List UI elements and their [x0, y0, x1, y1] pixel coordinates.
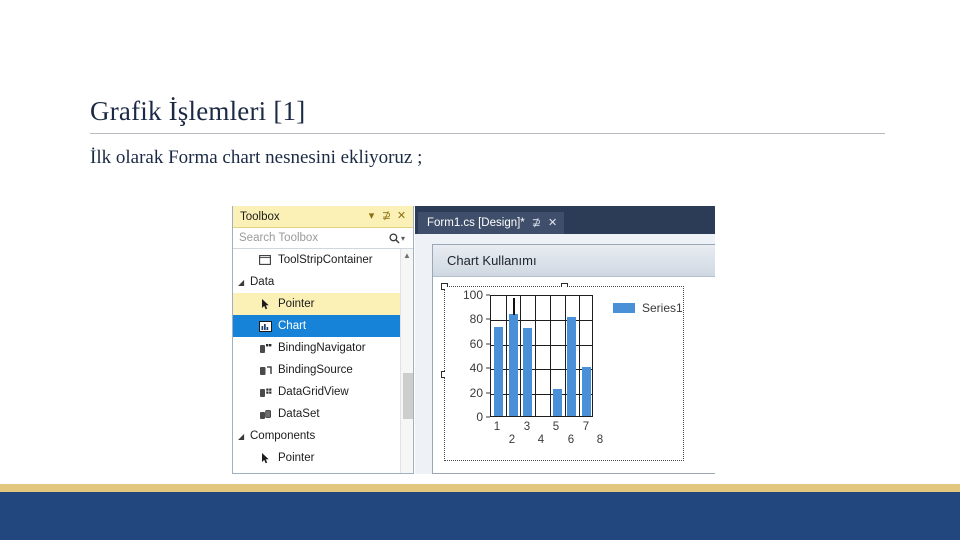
toolbox-group-label: Data	[250, 276, 275, 288]
footer-navy-band	[0, 492, 960, 540]
chart-icon	[252, 320, 278, 332]
x-axis-tick-label: 3	[523, 421, 531, 433]
toolbox-item-chart[interactable]: Chart	[233, 315, 413, 337]
designer-caret-marker	[513, 298, 515, 315]
x-axis-tick-label: 4	[537, 434, 545, 446]
close-icon[interactable]: ✕	[394, 209, 409, 225]
toolbox-group-data[interactable]: ◢ Data	[233, 271, 413, 293]
datagridview-icon	[252, 387, 278, 398]
toolbox-item-dataset[interactable]: DataSet	[233, 403, 413, 425]
chevron-down-icon[interactable]: ▾	[401, 234, 410, 243]
form-window: Chart Kullanımı 0 20 40 60 80 100 1 3 5 7 2 4 6 8	[432, 244, 715, 474]
toolbox-item-bindingnavigator[interactable]: BindingNavigator	[233, 337, 413, 359]
form-title-bar: Chart Kullanımı	[433, 245, 715, 277]
vertical-gridline	[506, 296, 507, 416]
y-axis-tick-label: 40	[469, 361, 483, 376]
designer-surface[interactable]: Chart Kullanımı 0 20 40 60 80 100 1 3 5 7 2 4 6 8	[415, 234, 715, 474]
vertical-gridline	[520, 296, 521, 416]
chevron-down-icon[interactable]: ▾	[364, 209, 379, 225]
expander-icon[interactable]: ◢	[238, 278, 250, 287]
toolbox-group-components[interactable]: ◢ Components	[233, 425, 413, 447]
visual-studio-screenshot: Toolbox ▾ ⊉ ✕ Search Toolbox ▾ ToolStrip…	[232, 206, 715, 474]
designer-panel: Form1.cs [Design]* ⊉ ✕ Chart Kullanımı 0…	[415, 206, 715, 474]
search-toolbox-input[interactable]: Search Toolbox ▾	[233, 228, 413, 249]
search-placeholder-text: Search Toolbox	[239, 232, 319, 244]
chart-bar	[582, 367, 591, 416]
x-axis-tick-label: 8	[596, 434, 604, 446]
chart-bar	[509, 314, 518, 416]
toolbox-group-label: Components	[250, 430, 316, 442]
tab-label: Form1.cs [Design]*	[427, 217, 525, 229]
y-axis-tick-label: 60	[469, 336, 483, 351]
tab-form1-design[interactable]: Form1.cs [Design]* ⊉ ✕	[418, 212, 565, 234]
toolbox-item-label: Chart	[278, 320, 307, 332]
bindingsource-icon	[252, 365, 278, 376]
toolbox-item-label: ToolStripContainer	[278, 254, 373, 266]
y-axis-tick-label: 100	[462, 288, 483, 302]
expander-icon[interactable]: ◢	[238, 432, 250, 441]
chart-bar	[553, 389, 562, 416]
y-axis-tick-label: 20	[469, 385, 483, 400]
toolbox-item-label: Pointer	[278, 452, 315, 464]
y-axis-tick-label: 0	[476, 410, 483, 424]
chart-legend: Series1	[613, 301, 683, 315]
vertical-gridline	[565, 296, 566, 416]
search-icon[interactable]	[387, 232, 401, 244]
toolbox-item-bindingsource[interactable]: BindingSource	[233, 359, 413, 381]
dataset-icon	[252, 409, 278, 420]
toolbox-item-toolstripcontainer[interactable]: ToolStripContainer	[233, 249, 413, 271]
title-divider	[90, 133, 885, 134]
x-axis-tick-label: 2	[508, 434, 516, 446]
chart-x-axis: 1 3 5 7 2 4 6 8	[490, 419, 603, 447]
bindingnavigator-icon	[252, 343, 278, 354]
chart-bar	[494, 327, 503, 416]
toolbox-panel: Toolbox ▾ ⊉ ✕ Search Toolbox ▾ ToolStrip…	[232, 206, 414, 474]
form-title-text: Chart Kullanımı	[447, 253, 537, 268]
search-icon-svg	[388, 232, 400, 244]
toolbox-item-list: ToolStripContainer ◢ Data Pointer Chart	[233, 249, 413, 473]
scrollbar-thumb[interactable]	[403, 373, 413, 419]
page-title: Grafik İşlemleri [1]	[90, 96, 306, 126]
pin-icon[interactable]: ⊉	[532, 217, 541, 229]
toolbox-item-label: Pointer	[278, 298, 315, 310]
chart-bar	[567, 317, 576, 416]
toolbox-scrollbar[interactable]: ▲	[400, 249, 413, 473]
page-subtitle: İlk olarak Forma chart nesnesini ekliyor…	[90, 147, 423, 168]
pointer-icon	[252, 452, 278, 464]
pin-icon[interactable]: ⊉	[379, 209, 394, 225]
form-client-area[interactable]: 0 20 40 60 80 100 1 3 5 7 2 4 6 8 Series1	[433, 277, 715, 473]
chart-control[interactable]: 0 20 40 60 80 100 1 3 5 7 2 4 6 8 Series1	[445, 287, 683, 460]
legend-label: Series1	[642, 301, 683, 315]
y-axis-tick-label: 80	[469, 312, 483, 327]
vertical-gridline	[579, 296, 580, 416]
toolbox-item-label: DataGridView	[278, 386, 349, 398]
toolbox-item-pointer-components[interactable]: Pointer	[233, 447, 413, 469]
toolbox-item-label: BindingNavigator	[278, 342, 366, 354]
chart-y-axis: 0 20 40 60 80 100	[455, 288, 490, 424]
x-axis-tick-label: 7	[582, 421, 590, 433]
chart-plot-wrapper: 0 20 40 60 80 100 1 3 5 7 2 4 6 8	[455, 288, 605, 447]
x-axis-tick-label: 1	[493, 421, 501, 433]
pointer-icon	[252, 298, 278, 310]
legend-swatch	[613, 303, 635, 313]
toolbox-title: Toolbox	[240, 210, 280, 223]
footer-gold-band	[0, 484, 960, 492]
chart-plot-area	[490, 295, 593, 417]
toolbox-item-pointer-data[interactable]: Pointer	[233, 293, 413, 315]
scroll-up-icon[interactable]: ▲	[401, 249, 413, 262]
vertical-gridline	[535, 296, 536, 416]
editor-tab-strip: Form1.cs [Design]* ⊉ ✕	[415, 206, 715, 234]
close-icon[interactable]: ✕	[548, 217, 557, 229]
toolbox-item-label: DataSet	[278, 408, 320, 420]
toolstripcontainer-icon	[252, 255, 278, 265]
toolbox-header: Toolbox ▾ ⊉ ✕	[233, 206, 413, 228]
vertical-gridline	[550, 296, 551, 416]
x-axis-tick-label: 5	[552, 421, 560, 433]
toolbox-item-label: BindingSource	[278, 364, 353, 376]
toolbox-item-datagridview[interactable]: DataGridView	[233, 381, 413, 403]
x-axis-tick-label: 6	[567, 434, 575, 446]
chart-bar	[523, 328, 532, 416]
